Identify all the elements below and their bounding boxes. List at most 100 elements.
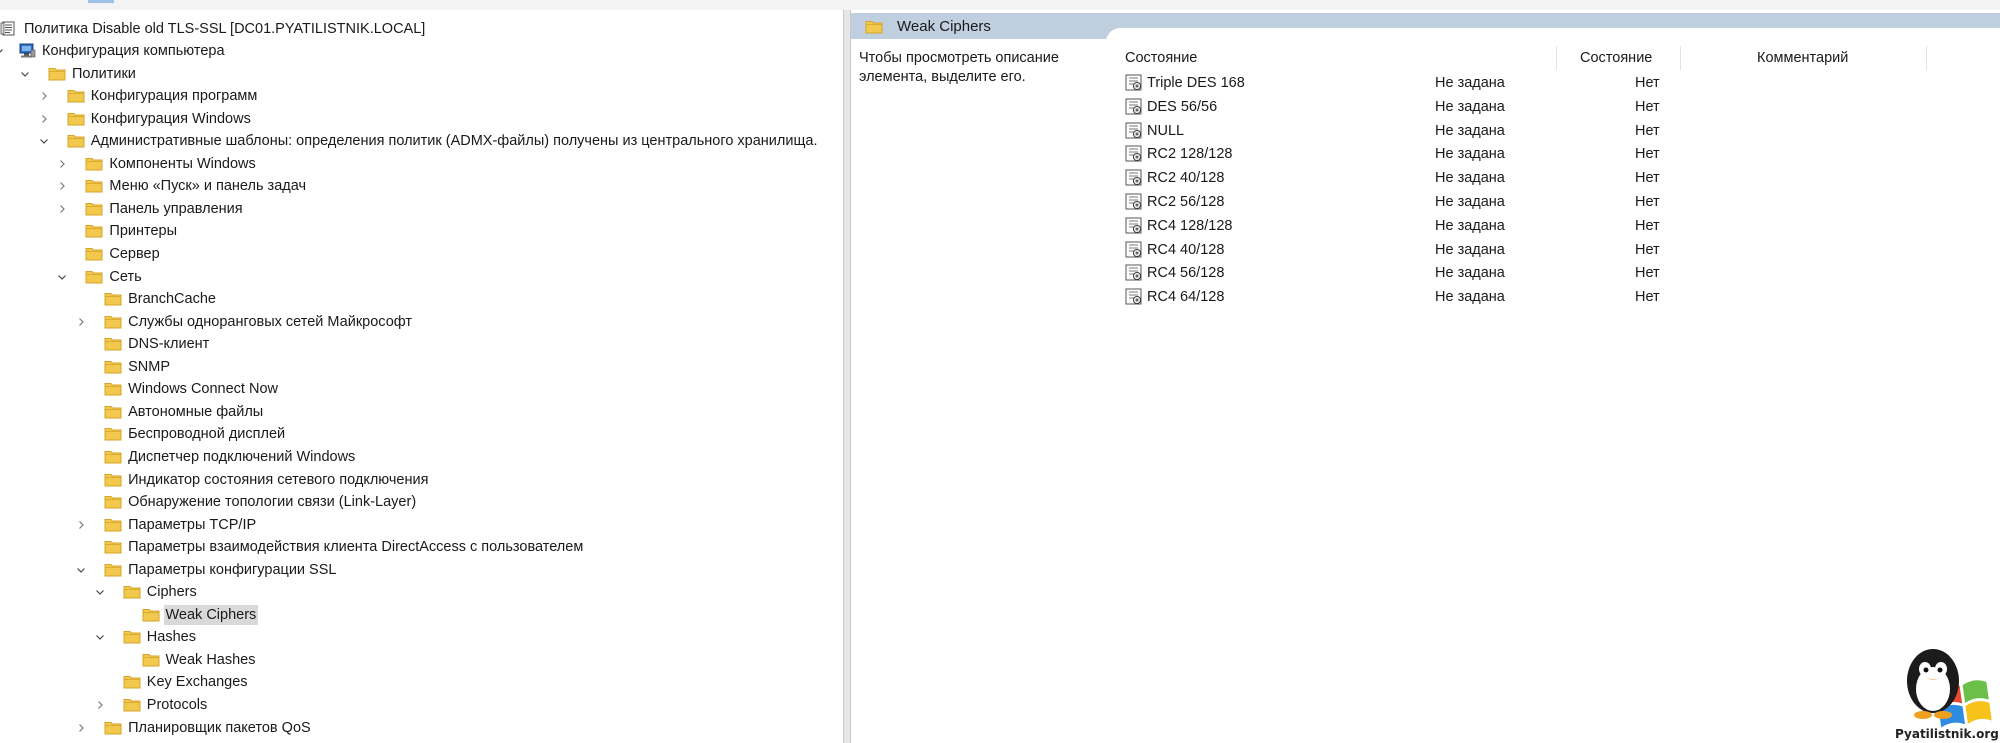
policy-setting-icon <box>1125 74 1142 91</box>
folder-icon <box>67 135 85 148</box>
table-row[interactable]: Triple DES 168 Не задана Нет <box>1123 71 1993 95</box>
setting-name: RC2 40/128 <box>1147 170 1225 187</box>
watermark: Pyatilistnik.org <box>1895 643 1999 743</box>
table-row[interactable]: RC2 128/128 Не задана Нет <box>1123 142 1993 166</box>
chevron-down-icon[interactable] <box>76 565 86 575</box>
table-row[interactable]: RC4 40/128 Не задана Нет <box>1123 238 1993 262</box>
policy-setting-icon <box>1125 241 1142 258</box>
tree-item[interactable]: Индикатор состояния сетевого подключения <box>0 469 843 492</box>
tree-item[interactable]: Weak Ciphers <box>0 604 843 627</box>
chevron-right-icon[interactable] <box>57 181 67 191</box>
chevron-down-icon[interactable] <box>20 69 30 79</box>
chevron-right-icon[interactable] <box>57 159 67 169</box>
chevron-right-icon[interactable] <box>76 520 86 530</box>
tree-item[interactable]: BranchCache <box>0 288 843 311</box>
tree-item[interactable]: Принтеры <box>0 220 843 243</box>
table-row[interactable]: RC2 40/128 Не задана Нет <box>1123 166 1993 190</box>
tree-item[interactable]: Автономные файлы <box>0 401 843 424</box>
chevron-right-icon[interactable] <box>76 317 86 327</box>
setting-state: Не задана <box>1435 170 1505 187</box>
policy-setting-icon <box>1125 145 1142 162</box>
folder-icon <box>85 157 103 171</box>
tree-item[interactable]: Protocols <box>0 694 843 717</box>
tree-item[interactable]: Hashes <box>0 626 843 649</box>
tree-item[interactable]: DNS-клиент <box>0 333 843 356</box>
tree-item[interactable]: Беспроводной дисплей <box>0 423 843 446</box>
chevron-down-icon[interactable] <box>95 632 105 642</box>
column-header-comment[interactable]: Комментарий <box>1757 48 1848 68</box>
column-separator[interactable] <box>1680 46 1681 70</box>
tree-item[interactable]: SNMP <box>0 356 843 379</box>
setting-comment: Нет <box>1635 217 1660 234</box>
table-row[interactable]: RC4 56/128 Не задана Нет <box>1123 261 1993 285</box>
tree-item[interactable]: Компоненты Windows <box>0 153 843 176</box>
column-header-setting[interactable]: Состояние <box>1125 48 1197 68</box>
setting-state: Не задана <box>1435 122 1505 139</box>
tree-item[interactable]: Панель управления <box>0 198 843 221</box>
chevron-right-icon[interactable] <box>39 91 49 101</box>
gpo-editor-window: Политика Disable old TLS-SSL [DC01.PYATI… <box>0 0 2000 743</box>
chevron-down-icon[interactable] <box>95 587 105 597</box>
tree-item[interactable]: Политика Disable old TLS-SSL [DC01.PYATI… <box>0 18 843 41</box>
tree-item[interactable]: Административные шаблоны: определения по… <box>0 130 843 153</box>
folder-icon <box>85 225 103 238</box>
tree-item[interactable]: Планировщик пакетов QoS <box>0 717 843 740</box>
tree-item[interactable]: Сервер <box>0 243 843 266</box>
setting-comment: Нет <box>1635 170 1660 187</box>
tree-item-label: DNS-клиент <box>128 336 210 353</box>
chevron-right-icon[interactable] <box>39 114 49 124</box>
setting-name: RC2 128/128 <box>1147 146 1233 163</box>
tree-item[interactable]: Weak Hashes <box>0 649 843 672</box>
setting-comment: Нет <box>1635 289 1660 306</box>
setting-comment: Нет <box>1635 241 1660 258</box>
tree-item[interactable]: Обнаружение топологии связи (Link-Layer) <box>0 491 843 514</box>
tree-item[interactable]: Windows Connect Now <box>0 378 843 401</box>
chevron-right-icon[interactable] <box>95 700 105 710</box>
chevron-down-icon[interactable] <box>0 46 4 56</box>
tree-item-label: Key Exchanges <box>146 674 248 691</box>
tree-item[interactable]: Политики <box>0 63 843 86</box>
chevron-right-icon[interactable] <box>57 204 67 214</box>
chevron-down-icon[interactable] <box>39 136 49 146</box>
tree-item-label: Ciphers <box>146 584 197 601</box>
tree-item[interactable]: Ciphers <box>0 581 843 604</box>
folder-icon <box>104 428 122 441</box>
table-row[interactable]: RC4 128/128 Не задана Нет <box>1123 214 1993 238</box>
tree-item-label: Компоненты Windows <box>109 155 256 172</box>
tree-item[interactable]: Меню «Пуск» и панель задач <box>0 175 843 198</box>
folder-icon <box>123 586 141 599</box>
table-row[interactable]: DES 56/56 Не задана Нет <box>1123 95 1993 119</box>
tree-item-label: Конфигурация компьютера <box>42 43 225 60</box>
tree-item[interactable]: Диспетчер подключений Windows <box>0 446 843 469</box>
table-row[interactable]: RC2 56/128 Не задана Нет <box>1123 190 1993 214</box>
setting-name: RC2 56/128 <box>1147 194 1225 210</box>
tree-item[interactable]: Параметры TCP/IP <box>0 514 843 537</box>
tree-item[interactable]: Конфигурация программ <box>0 85 843 108</box>
tree-item[interactable]: Key Exchanges <box>0 671 843 694</box>
tree-item-label: SNMP <box>128 358 170 375</box>
folder-icon <box>104 518 122 532</box>
chevron-right-icon[interactable] <box>76 723 86 733</box>
tree-item-label: Автономные файлы <box>128 403 264 420</box>
chevron-down-icon[interactable] <box>57 272 67 282</box>
table-row[interactable]: NULL Не задана Нет <box>1123 119 1993 143</box>
setting-state: Не задана <box>1435 289 1505 306</box>
column-separator[interactable] <box>1926 46 1927 70</box>
folder-icon <box>865 21 883 34</box>
column-header-state[interactable]: Состояние <box>1580 48 1652 68</box>
pane-splitter[interactable] <box>843 10 851 743</box>
tree-item[interactable]: Параметры взаимодействия клиента DirectA… <box>0 536 843 559</box>
tree-item[interactable]: Параметры конфигурации SSL <box>0 559 843 582</box>
policy-setting-icon <box>1125 193 1142 210</box>
tree-item[interactable]: Сеть <box>0 266 843 289</box>
tree-item[interactable]: Конфигурация компьютера <box>0 40 843 63</box>
setting-name: RC4 64/128 <box>1147 289 1225 306</box>
tree-item[interactable]: Конфигурация Windows <box>0 108 843 131</box>
tree-item[interactable]: Посредник сети <box>0 739 843 743</box>
table-row[interactable]: RC4 64/128 Не задана Нет <box>1123 285 1993 309</box>
column-separator[interactable] <box>1556 46 1557 70</box>
console-tree[interactable]: Политика Disable old TLS-SSL [DC01.PYATI… <box>0 10 843 743</box>
computer-icon <box>19 43 36 58</box>
folder-icon <box>85 180 103 193</box>
tree-item[interactable]: Службы одноранговых сетей Майкрософт <box>0 311 843 334</box>
